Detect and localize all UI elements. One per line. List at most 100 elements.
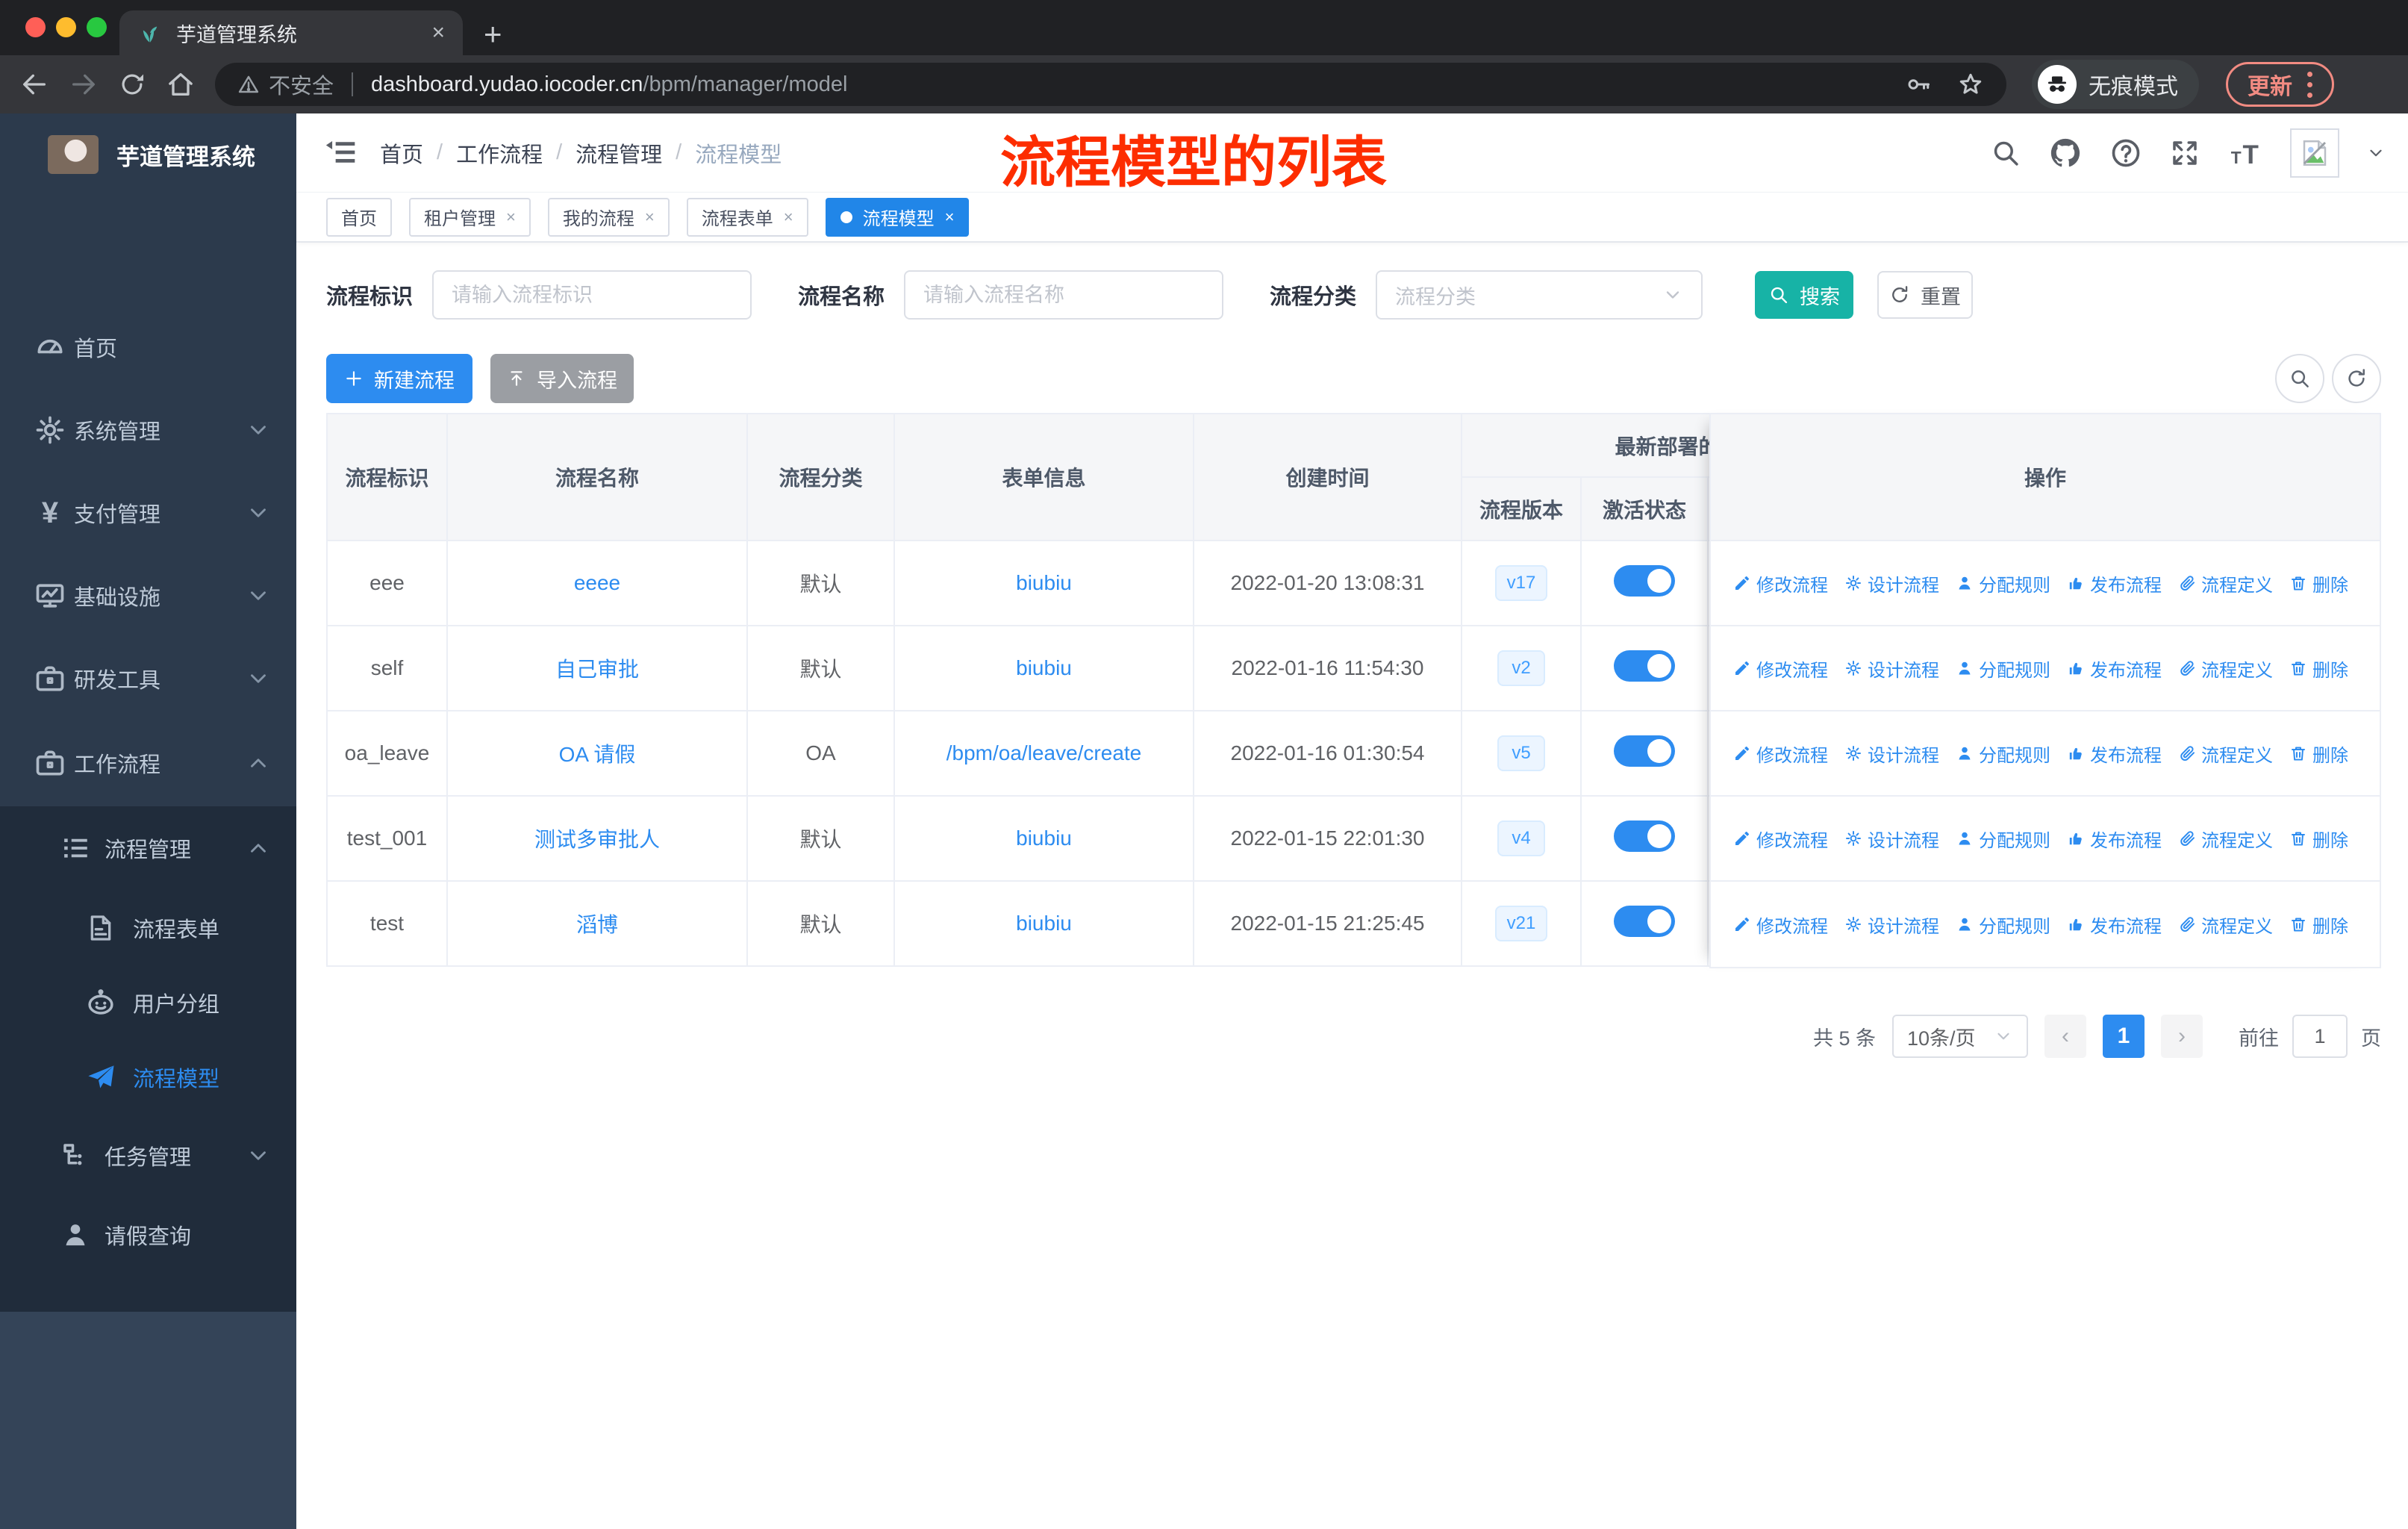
form-info-link[interactable]: /bpm/oa/leave/create: [946, 741, 1142, 764]
design-flow-link[interactable]: 设计流程: [1844, 912, 1939, 938]
font-size-icon[interactable]: [2227, 137, 2263, 169]
goto-page-input[interactable]: [2292, 1015, 2348, 1058]
reset-button[interactable]: 重置: [1877, 271, 1974, 319]
process-name-link[interactable]: OA 请假: [559, 743, 636, 766]
design-flow-link[interactable]: 设计流程: [1844, 655, 1939, 682]
sidebar-item-process-form[interactable]: 流程表单: [0, 886, 296, 969]
design-flow-link[interactable]: 设计流程: [1844, 570, 1939, 597]
active-toggle[interactable]: [1614, 905, 1675, 937]
flow-definition-link[interactable]: 流程定义: [2178, 912, 2273, 938]
process-name-link[interactable]: eeee: [574, 571, 620, 594]
search-icon[interactable]: [1990, 137, 2021, 169]
tab-close-icon[interactable]: ×: [431, 22, 445, 44]
edit-flow-link[interactable]: 修改流程: [1733, 570, 1828, 597]
help-icon[interactable]: [2109, 137, 2142, 169]
search-button[interactable]: 搜索: [1755, 271, 1854, 319]
flow-definition-link[interactable]: 流程定义: [2178, 826, 2273, 852]
bookmark-star-icon[interactable]: [1957, 71, 1984, 98]
publish-flow-link[interactable]: 发布流程: [2067, 741, 2162, 767]
page-size-select[interactable]: 10条/页: [1892, 1015, 2028, 1058]
tag-close-icon[interactable]: ×: [645, 208, 655, 227]
sidebar-item-user-group[interactable]: 用户分组: [0, 961, 296, 1044]
tag-close-icon[interactable]: ×: [506, 208, 516, 227]
process-name-link[interactable]: 滔博: [576, 913, 618, 936]
create-process-button[interactable]: 新建流程: [326, 354, 472, 403]
fullscreen-icon[interactable]: [2169, 137, 2200, 169]
breadcrumb-workflow[interactable]: 工作流程: [456, 137, 543, 169]
assign-rule-link[interactable]: 分配规则: [1956, 655, 2050, 682]
sidebar-item-system[interactable]: 系统管理: [0, 388, 296, 471]
browser-menu-icon[interactable]: [2307, 71, 2312, 98]
form-info-link[interactable]: biubiu: [1016, 826, 1072, 850]
user-avatar[interactable]: [2290, 128, 2339, 178]
tag-process-form[interactable]: 流程表单 ×: [686, 197, 808, 237]
breadcrumb-home[interactable]: 首页: [380, 137, 423, 169]
import-process-button[interactable]: 导入流程: [490, 354, 634, 403]
sidebar-item-workflow[interactable]: 工作流程: [0, 721, 296, 804]
github-icon[interactable]: [2048, 136, 2083, 170]
security-status[interactable]: 不安全: [237, 69, 334, 100]
assign-rule-link[interactable]: 分配规则: [1956, 826, 2050, 852]
sidebar-collapse-icon[interactable]: [325, 136, 358, 169]
key-icon[interactable]: [1905, 71, 1932, 98]
delete-link[interactable]: 删除: [2289, 826, 2348, 852]
tag-process-model[interactable]: 流程模型 ×: [825, 197, 970, 237]
update-button[interactable]: 更新: [2226, 62, 2334, 107]
active-toggle[interactable]: [1614, 820, 1675, 852]
delete-link[interactable]: 删除: [2289, 912, 2348, 938]
page-number-button[interactable]: 1: [2103, 1015, 2145, 1058]
publish-flow-link[interactable]: 发布流程: [2067, 912, 2162, 938]
sidebar-item-process-mgmt[interactable]: 流程管理: [0, 806, 296, 889]
tag-tenant-mgmt[interactable]: 租户管理 ×: [409, 197, 531, 237]
sidebar-item-process-model[interactable]: 流程模型: [0, 1036, 296, 1118]
active-toggle[interactable]: [1614, 735, 1675, 767]
publish-flow-link[interactable]: 发布流程: [2067, 570, 2162, 597]
table-refresh-button[interactable]: [2332, 354, 2381, 403]
browser-tab[interactable]: 芋道管理系统 ×: [119, 10, 463, 55]
publish-flow-link[interactable]: 发布流程: [2067, 826, 2162, 852]
edit-flow-link[interactable]: 修改流程: [1733, 826, 1828, 852]
breadcrumb-process-mgmt[interactable]: 流程管理: [576, 137, 662, 169]
form-info-link[interactable]: biubiu: [1016, 656, 1072, 679]
sidebar-logo[interactable]: 芋道管理系统: [0, 113, 296, 196]
form-info-link[interactable]: biubiu: [1016, 571, 1072, 594]
window-zoom-button[interactable]: [87, 17, 107, 37]
delete-link[interactable]: 删除: [2289, 655, 2348, 682]
flow-definition-link[interactable]: 流程定义: [2178, 741, 2273, 767]
delete-link[interactable]: 删除: [2289, 570, 2348, 597]
active-toggle[interactable]: [1614, 650, 1675, 682]
prev-page-button[interactable]: ‹: [2044, 1015, 2086, 1058]
active-toggle[interactable]: [1614, 564, 1675, 597]
form-info-link[interactable]: biubiu: [1016, 912, 1072, 935]
process-name-input[interactable]: [904, 270, 1224, 320]
caret-down-icon[interactable]: [2366, 143, 2386, 163]
forward-icon[interactable]: [69, 69, 99, 99]
url-bar[interactable]: 不安全 dashboard.yudao.iocoder.cn/bpm/manag…: [215, 63, 2006, 106]
edit-flow-link[interactable]: 修改流程: [1733, 741, 1828, 767]
sidebar-item-leave-query[interactable]: 请假查询: [0, 1193, 296, 1276]
sidebar-item-devtools[interactable]: 研发工具: [0, 637, 296, 720]
tag-close-icon[interactable]: ×: [945, 208, 955, 227]
process-name-link[interactable]: 测试多审批人: [534, 828, 660, 851]
sidebar-item-infra[interactable]: 基础设施: [0, 554, 296, 637]
sidebar-item-task-mgmt[interactable]: 任务管理: [0, 1114, 296, 1197]
design-flow-link[interactable]: 设计流程: [1844, 826, 1939, 852]
assign-rule-link[interactable]: 分配规则: [1956, 570, 2050, 597]
process-key-input[interactable]: [432, 270, 752, 320]
edit-flow-link[interactable]: 修改流程: [1733, 655, 1828, 682]
new-tab-button[interactable]: +: [484, 16, 502, 52]
sidebar-item-home[interactable]: 首页: [0, 305, 296, 388]
assign-rule-link[interactable]: 分配规则: [1956, 912, 2050, 938]
tag-close-icon[interactable]: ×: [784, 208, 793, 227]
flow-definition-link[interactable]: 流程定义: [2178, 570, 2273, 597]
sidebar-item-payment[interactable]: ¥ 支付管理: [0, 471, 296, 554]
assign-rule-link[interactable]: 分配规则: [1956, 741, 2050, 767]
table-search-toggle-button[interactable]: [2275, 354, 2324, 403]
flow-definition-link[interactable]: 流程定义: [2178, 655, 2273, 682]
process-name-link[interactable]: 自己审批: [555, 658, 639, 681]
home-icon[interactable]: [166, 69, 196, 99]
window-minimize-button[interactable]: [56, 17, 76, 37]
tag-my-process[interactable]: 我的流程 ×: [547, 197, 670, 237]
next-page-button[interactable]: ›: [2161, 1015, 2203, 1058]
edit-flow-link[interactable]: 修改流程: [1733, 912, 1828, 938]
